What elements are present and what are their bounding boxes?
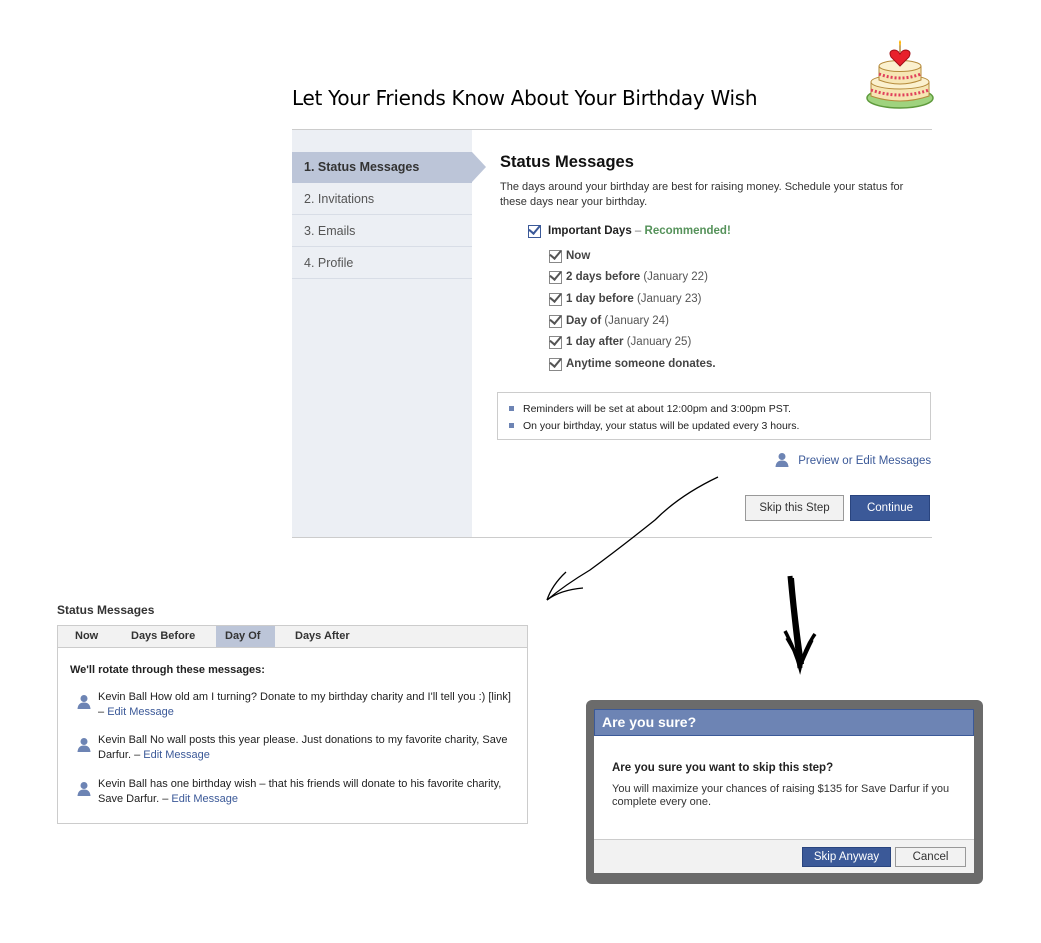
preview-edit-label: Preview or Edit Messages — [798, 455, 932, 467]
dialog-text: You will maximize your chances of raisin… — [612, 783, 950, 808]
section-description: The days around your birthday are best f… — [500, 181, 904, 208]
option-bold: 2 days before — [566, 271, 641, 283]
recommended-badge: Recommended! — [644, 225, 731, 237]
tab-days-after[interactable]: Days After — [286, 626, 359, 647]
option-day-of-checkbox[interactable] — [549, 315, 562, 328]
option-2-days-before-label: 2 days before (January 22) — [566, 271, 708, 283]
step-label: 2. Invitations — [304, 192, 375, 206]
person-icon — [77, 694, 91, 714]
skip-anyway-button[interactable]: Skip Anyway — [802, 847, 891, 867]
tab-day-of[interactable]: Day Of — [216, 626, 275, 647]
tab-days-before[interactable]: Days Before — [122, 626, 204, 647]
option-anytime-checkbox[interactable] — [549, 358, 562, 371]
confirm-dialog: Are you sure? Are you sure you want to s… — [586, 700, 983, 884]
dialog-body: Are you sure? Are you sure you want to s… — [594, 709, 974, 873]
edit-message-link[interactable]: Edit Message — [143, 749, 210, 761]
separator: – — [631, 225, 645, 237]
preview-panel: Now Days Before Day Of Days After We'll … — [57, 625, 528, 824]
step-status-messages[interactable]: 1. Status Messages — [292, 152, 486, 183]
option-1-day-before-checkbox[interactable] — [549, 293, 562, 306]
down-arrow-shaft-2 — [792, 577, 804, 665]
step-label: 3. Emails — [304, 224, 356, 238]
option-bold: 1 day after — [566, 336, 624, 348]
option-bold: Now — [566, 250, 591, 262]
option-2-days-before-checkbox[interactable] — [549, 271, 562, 284]
person-icon — [77, 781, 91, 801]
cancel-button[interactable]: Cancel — [895, 847, 966, 867]
page-title: Let Your Friends Know About Your Birthda… — [292, 86, 758, 110]
active-step-arrow — [472, 152, 486, 182]
birthday-note: On your birthday, your status will be up… — [523, 420, 800, 432]
preview-title: Status Messages — [57, 603, 155, 617]
status-message: Kevin Ball has one birthday wish – that … — [98, 777, 518, 807]
important-days-checkbox[interactable] — [528, 225, 541, 238]
reminder-info-box: Reminders will be set at about 12:00pm a… — [497, 392, 931, 440]
curved-arrow-head — [546, 571, 584, 601]
down-arrow-head — [783, 630, 817, 675]
rotate-intro: We'll rotate through these messages: — [70, 664, 265, 676]
dialog-footer: Skip Anyway Cancel — [594, 839, 974, 873]
option-anytime-label: Anytime someone donates. — [566, 358, 716, 370]
bullet-icon — [509, 423, 514, 428]
step-profile[interactable]: 4. Profile — [292, 248, 472, 279]
person-icon — [77, 737, 91, 757]
person-icon — [775, 452, 789, 467]
option-detail: (January 22) — [640, 271, 708, 283]
option-now-label: Now — [566, 250, 590, 262]
status-message: Kevin Ball No wall posts this year pleas… — [98, 733, 518, 763]
option-detail: (January 24) — [601, 315, 669, 327]
important-days-text: Important Days — [548, 225, 632, 237]
skip-step-button[interactable]: Skip this Step — [745, 495, 844, 521]
wizard-sidebar: 1. Status Messages 2. Invitations 3. Ema… — [292, 130, 486, 537]
dialog-question: Are you sure you want to skip this step? — [612, 762, 834, 774]
option-1-day-before-label: 1 day before (January 23) — [566, 293, 702, 305]
continue-button[interactable]: Continue — [850, 495, 930, 521]
option-1-day-after-checkbox[interactable] — [549, 336, 562, 349]
down-arrow-shaft — [787, 575, 803, 669]
step-label: 1. Status Messages — [304, 160, 420, 174]
section-title: Status Messages — [500, 153, 634, 171]
status-message: Kevin Ball How old am I turning? Donate … — [98, 690, 518, 720]
dialog-title: Are you sure? — [594, 709, 974, 736]
preview-edit-link[interactable]: Preview or Edit Messages — [775, 452, 931, 467]
edit-message-link[interactable]: Edit Message — [171, 793, 238, 805]
panel-bottom-divider — [292, 537, 932, 538]
preview-tabs: Now Days Before Day Of Days After — [58, 626, 527, 648]
birthday-cake-icon — [866, 40, 936, 112]
option-1-day-after-label: 1 day after (January 25) — [566, 336, 691, 348]
option-day-of-label: Day of (January 24) — [566, 315, 669, 327]
reminder-note: Reminders will be set at about 12:00pm a… — [523, 403, 791, 415]
option-bold: 1 day before — [566, 293, 634, 305]
curved-arrow-line — [546, 476, 719, 601]
bullet-icon — [509, 406, 514, 411]
step-label: 4. Profile — [304, 256, 354, 270]
step-emails[interactable]: 3. Emails — [292, 216, 472, 247]
option-bold: Anytime someone donates. — [566, 358, 716, 370]
option-detail: (January 25) — [623, 336, 692, 348]
message-text: Kevin Ball has one birthday wish – that … — [98, 778, 502, 805]
edit-message-link[interactable]: Edit Message — [107, 706, 174, 718]
step-invitations[interactable]: 2. Invitations — [292, 184, 472, 215]
option-detail: (January 23) — [633, 293, 702, 305]
option-now-checkbox[interactable] — [549, 250, 562, 263]
tab-now[interactable]: Now — [66, 626, 107, 647]
important-days-label: Important Days – Recommended! — [548, 225, 731, 237]
option-bold: Day of — [566, 315, 602, 327]
